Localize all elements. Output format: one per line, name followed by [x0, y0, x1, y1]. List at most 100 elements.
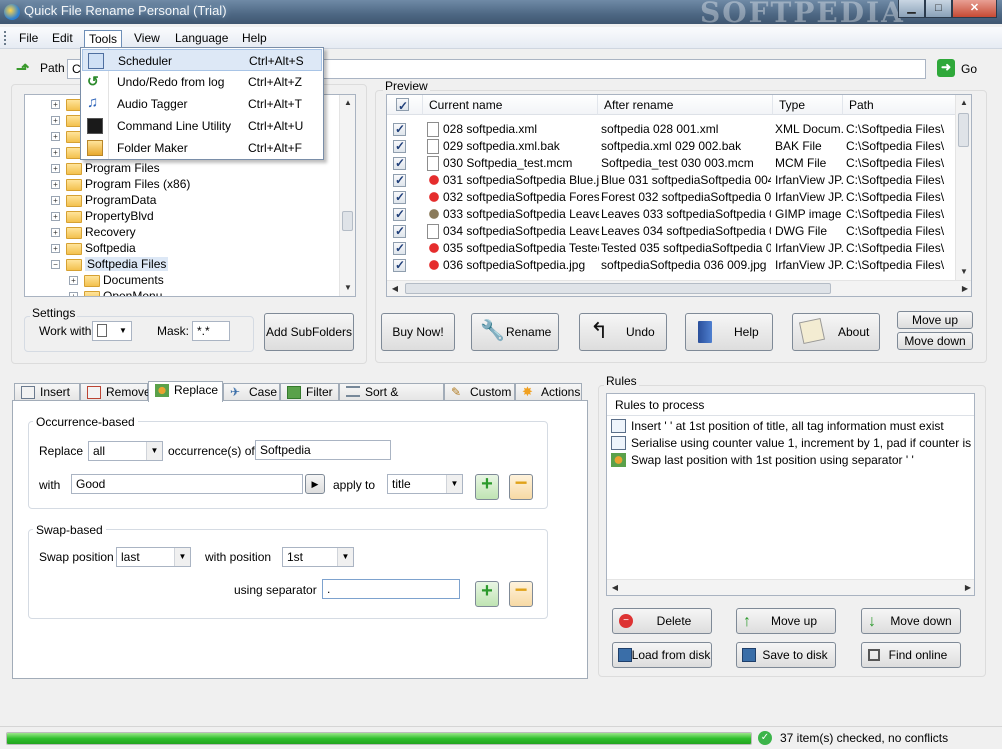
- rename-button[interactable]: 🔧 Rename: [471, 313, 559, 351]
- move-up-button[interactable]: Move up: [897, 311, 973, 329]
- tree-item[interactable]: + Program Files (x86): [51, 177, 190, 193]
- scroll-thumb[interactable]: [958, 113, 969, 147]
- undo-button[interactable]: ↰ Undo: [579, 313, 667, 351]
- rules-horizontal-scrollbar[interactable]: ◀ ▶: [607, 579, 974, 595]
- up-folder-icon[interactable]: ⬏: [16, 59, 34, 78]
- work-with-select[interactable]: ▼: [92, 321, 132, 341]
- menu-file[interactable]: File: [15, 30, 42, 48]
- audio-tagger-icon: ♫: [87, 94, 99, 111]
- column-current-name[interactable]: Current name: [423, 95, 598, 115]
- remove-rule-button[interactable]: −: [509, 472, 533, 500]
- with-position-value: 1st: [287, 550, 304, 564]
- maximize-button[interactable]: □: [925, 0, 952, 18]
- swap-position-select[interactable]: last ▼: [116, 547, 191, 567]
- menu-item-label: Folder Maker: [117, 141, 188, 155]
- apply-to-select[interactable]: title ▼: [387, 474, 463, 494]
- remove-swap-rule-button[interactable]: −: [509, 579, 533, 607]
- add-subfolders-button[interactable]: Add SubFolders: [264, 313, 354, 351]
- insert-tag-button[interactable]: ▶: [305, 474, 325, 494]
- scroll-right-arrow-icon[interactable]: ▶: [957, 281, 971, 296]
- row-checkbox[interactable]: [393, 206, 406, 223]
- chevron-down-icon: ▼: [446, 475, 462, 493]
- add-swap-rule-button[interactable]: +: [475, 581, 499, 607]
- menu-item-shortcut: Ctrl+Alt+S: [249, 54, 304, 68]
- about-button[interactable]: About: [792, 313, 880, 351]
- header-checkbox-cell[interactable]: [387, 95, 423, 116]
- separator-input[interactable]: .: [322, 579, 460, 599]
- current-name-cell: 029 softpedia.xml.bak: [443, 139, 560, 153]
- menu-item-audio-tagger[interactable]: ♫ Audio Tagger Ctrl+Alt+T: [82, 93, 322, 115]
- menu-language[interactable]: Language: [171, 30, 232, 48]
- preview-horizontal-scrollbar[interactable]: ◀ ▶: [387, 280, 971, 296]
- add-rule-button[interactable]: +: [475, 474, 499, 500]
- row-checkbox[interactable]: [393, 155, 406, 172]
- scroll-right-arrow-icon[interactable]: ▶: [960, 580, 974, 595]
- tree-item[interactable]: + Recovery: [51, 225, 136, 241]
- column-after-rename[interactable]: After rename: [598, 95, 773, 115]
- app-icon[interactable]: [4, 4, 20, 20]
- replace-with-input[interactable]: Good: [71, 474, 303, 494]
- column-path[interactable]: Path: [843, 95, 957, 115]
- row-checkbox[interactable]: [393, 257, 406, 274]
- menu-item-command-line[interactable]: Command Line Utility Ctrl+Alt+U: [82, 115, 322, 137]
- delete-button[interactable]: − Delete: [612, 608, 712, 634]
- close-button[interactable]: ✕: [952, 0, 997, 18]
- menu-tools[interactable]: Tools: [84, 30, 123, 48]
- tree-item[interactable]: + OpenMenu: [69, 289, 162, 296]
- tree-item[interactable]: + ProgramData: [51, 193, 156, 209]
- row-checkbox[interactable]: [393, 189, 406, 206]
- binoculars-icon: [868, 649, 880, 661]
- minimize-button[interactable]: ▁: [898, 0, 925, 18]
- current-name-cell: 031 softpediaSoftpedia Blue.jpg: [443, 173, 599, 187]
- scroll-left-arrow-icon[interactable]: ◀: [607, 580, 623, 595]
- scroll-down-arrow-icon[interactable]: ▼: [340, 280, 355, 296]
- help-button[interactable]: Help: [685, 313, 773, 351]
- find-online-button[interactable]: Find online: [861, 642, 961, 668]
- scroll-up-arrow-icon[interactable]: ▲: [956, 95, 971, 111]
- select-all-checkbox[interactable]: [396, 96, 409, 116]
- row-checkbox[interactable]: [393, 138, 406, 155]
- search-text-input[interactable]: Softpedia: [255, 440, 391, 460]
- menu-item-folder-maker[interactable]: Folder Maker Ctrl+Alt+F: [82, 137, 322, 159]
- tree-item[interactable]: + PropertyBlvd: [51, 209, 154, 225]
- current-name-cell: 033 softpediaSoftpedia Leaves...: [443, 207, 599, 221]
- buy-now-button[interactable]: Buy Now!: [381, 313, 455, 351]
- go-button[interactable]: Go: [961, 62, 977, 76]
- column-type[interactable]: Type: [773, 95, 843, 115]
- menu-item-undo-redo-log[interactable]: ↺ Undo/Redo from log Ctrl+Alt+Z: [82, 71, 322, 93]
- menu-edit[interactable]: Edit: [48, 30, 77, 48]
- tree-item[interactable]: + Program Files: [51, 161, 160, 177]
- scroll-down-arrow-icon[interactable]: ▼: [956, 264, 971, 280]
- rules-move-up-button[interactable]: ↑ Move up: [736, 608, 836, 634]
- document-icon: [427, 139, 439, 154]
- preview-vertical-scrollbar[interactable]: ▲ ▼: [955, 95, 971, 280]
- tree-item[interactable]: + Softpedia: [51, 241, 136, 257]
- scroll-up-arrow-icon[interactable]: ▲: [340, 95, 355, 111]
- tab-label: Actions: [541, 385, 581, 399]
- with-position-select[interactable]: 1st ▼: [282, 547, 354, 567]
- load-from-disk-button[interactable]: Load from disk: [612, 642, 712, 668]
- type-cell: GIMP image: [775, 207, 842, 221]
- scroll-thumb[interactable]: [405, 283, 831, 294]
- menu-help[interactable]: Help: [238, 30, 271, 48]
- scheduler-icon: [88, 53, 104, 69]
- tree-scrollbar[interactable]: ▲ ▼: [339, 95, 355, 296]
- menu-item-scheduler[interactable]: Scheduler Ctrl+Alt+S: [82, 49, 322, 71]
- row-checkbox[interactable]: [393, 240, 406, 257]
- rules-move-down-button[interactable]: ↓ Move down: [861, 608, 961, 634]
- tab-replace[interactable]: Replace: [148, 381, 223, 402]
- scroll-thumb[interactable]: [342, 211, 353, 231]
- tree-item-selected[interactable]: − Softpedia Files: [51, 257, 169, 273]
- tools-dropdown-menu: Scheduler Ctrl+Alt+S ↺ Undo/Redo from lo…: [80, 47, 324, 160]
- scroll-left-arrow-icon[interactable]: ◀: [387, 281, 403, 296]
- menu-view[interactable]: View: [130, 30, 164, 48]
- replace-mode-select[interactable]: all ▼: [88, 441, 163, 461]
- row-checkbox[interactable]: [393, 172, 406, 189]
- tree-item[interactable]: + Documents: [69, 273, 164, 289]
- go-icon[interactable]: ➜: [937, 59, 955, 77]
- move-down-button[interactable]: Move down: [897, 332, 973, 350]
- save-to-disk-button[interactable]: Save to disk: [736, 642, 836, 668]
- mask-input[interactable]: *.*: [192, 321, 230, 341]
- row-checkbox[interactable]: [393, 223, 406, 240]
- row-checkbox[interactable]: [393, 121, 406, 138]
